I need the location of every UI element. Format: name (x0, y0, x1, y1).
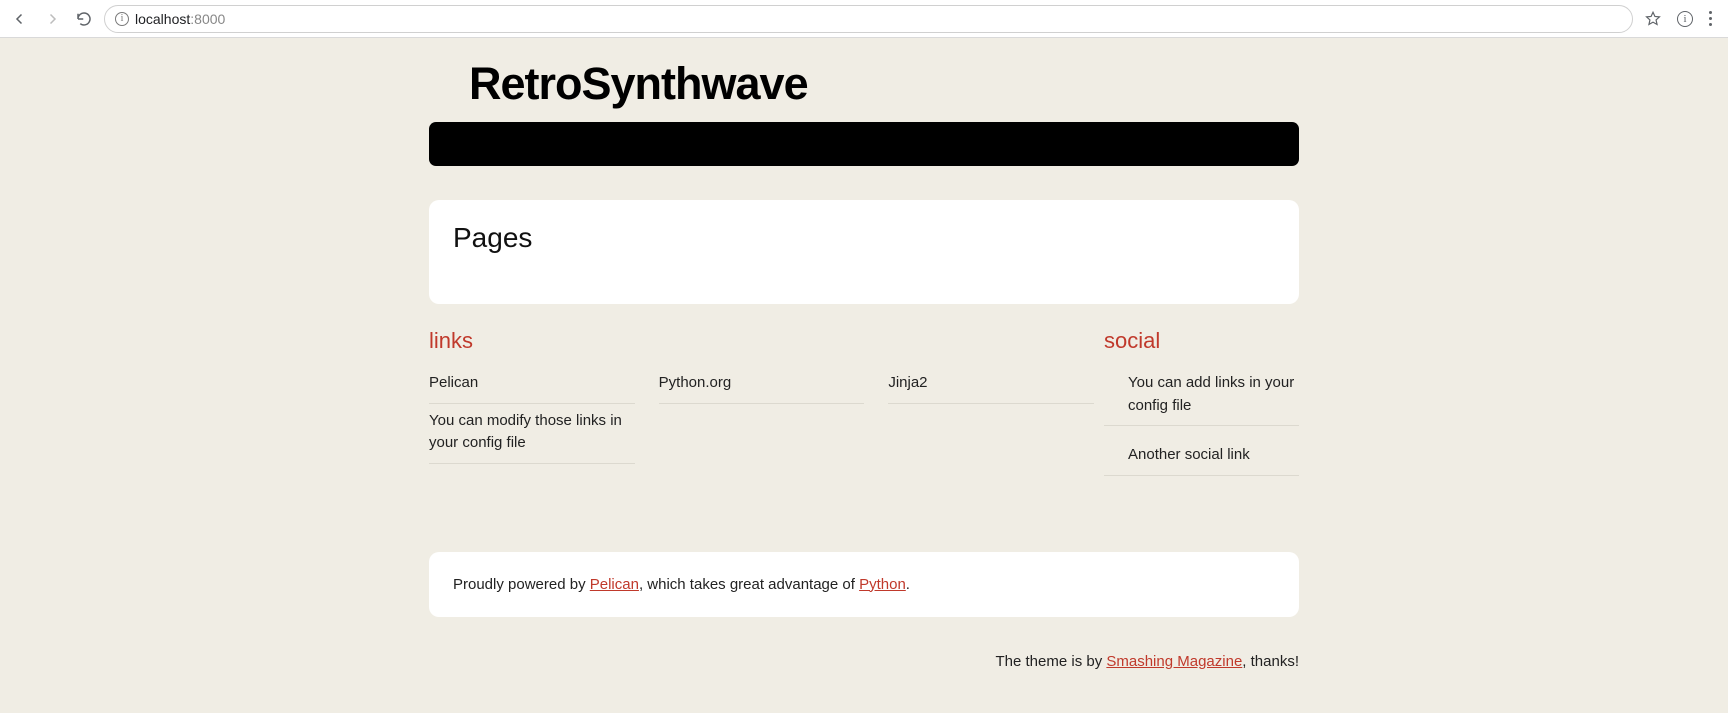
footer-powered: Proudly powered by Pelican, which takes … (429, 552, 1299, 617)
social-section: social You can add links in your config … (1104, 328, 1299, 476)
arrow-right-icon (43, 10, 61, 28)
star-icon (1644, 10, 1662, 28)
reload-icon (75, 10, 93, 28)
main-nav[interactable] (429, 122, 1299, 166)
footer-text-2: , which takes great advantage of (639, 576, 859, 593)
forward-button[interactable] (40, 7, 64, 31)
theme-credit-link[interactable]: Smashing Magazine (1106, 653, 1242, 670)
footer-text-3: . (906, 576, 910, 593)
address-bar[interactable]: i localhost:8000 (104, 5, 1633, 33)
links-title: links (429, 328, 1094, 354)
menu-button[interactable] (1705, 7, 1716, 30)
extension-info-icon[interactable]: i (1677, 11, 1693, 27)
bookmark-button[interactable] (1641, 7, 1665, 31)
footer-text-1: Proudly powered by (453, 576, 590, 593)
link-jinja2[interactable]: Jinja2 (888, 366, 1094, 404)
url-host: localhost (135, 11, 190, 27)
social-title: social (1104, 328, 1299, 354)
link-config-note[interactable]: You can modify those links in your confi… (429, 404, 635, 464)
arrow-left-icon (11, 10, 29, 28)
social-link-config[interactable]: You can add links in your config file (1104, 366, 1299, 426)
theme-credit: The theme is by Smashing Magazine, thank… (429, 653, 1299, 694)
pages-heading: Pages (453, 222, 1275, 254)
pages-card: Pages (429, 200, 1299, 304)
site-info-icon[interactable]: i (115, 12, 129, 26)
footer-link-python[interactable]: Python (859, 576, 906, 593)
footer-link-pelican[interactable]: Pelican (590, 576, 639, 593)
back-button[interactable] (8, 7, 32, 31)
theme-credit-pre: The theme is by (995, 653, 1106, 670)
links-section: links Pelican Python.org Jinja2 You can … (429, 328, 1094, 476)
link-pelican[interactable]: Pelican (429, 366, 635, 404)
site-title[interactable]: RetroSynthwave (429, 52, 1299, 116)
link-python-org[interactable]: Python.org (659, 366, 865, 404)
reload-button[interactable] (72, 7, 96, 31)
browser-toolbar: i localhost:8000 i (0, 0, 1728, 38)
social-link-another[interactable]: Another social link (1104, 438, 1299, 476)
theme-credit-post: , thanks! (1242, 653, 1299, 670)
url-port: :8000 (190, 11, 225, 27)
page-content: RetroSynthwave Pages links Pelican Pytho… (429, 38, 1299, 694)
